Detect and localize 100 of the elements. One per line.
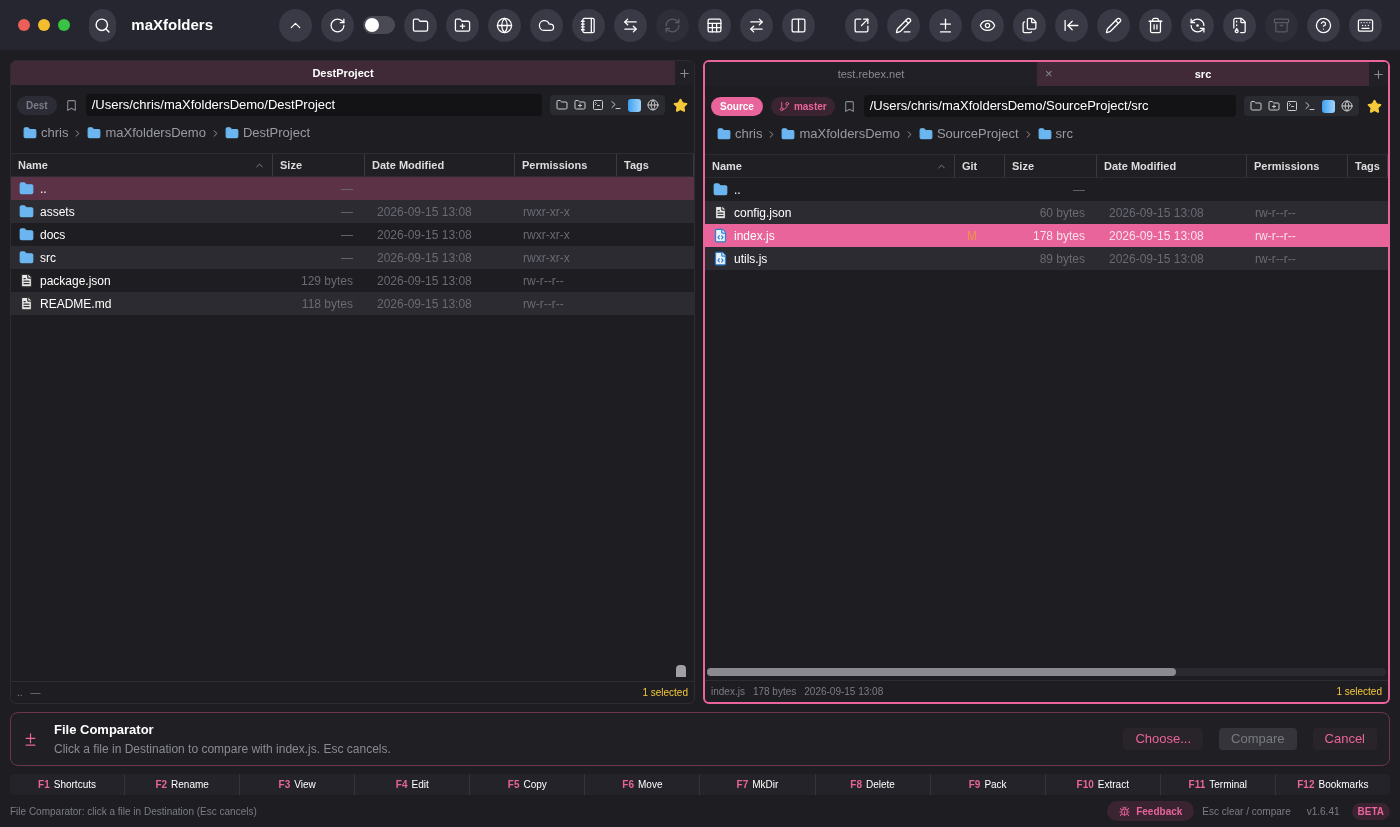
column-header[interactable]: Permissions — [522, 156, 588, 174]
column-header[interactable]: Name — [712, 157, 742, 175]
file-row[interactable]: src — 2026-09-15 13:08 rwxr-xr-x — [11, 246, 694, 269]
tab-close[interactable]: × — [1045, 64, 1053, 84]
pencil-icon — [1105, 16, 1122, 34]
globe-icon[interactable] — [1341, 100, 1353, 112]
breadcrumb-item[interactable]: SourceProject — [936, 124, 1019, 144]
folder-icon — [19, 250, 34, 265]
search-button[interactable] — [89, 8, 117, 42]
console-icon[interactable] — [610, 99, 622, 111]
path-field[interactable]: /Users/chris/maXfoldersDemo/SourceProject/src — [863, 95, 1236, 117]
folder-button[interactable] — [404, 8, 437, 42]
plus-minus-button[interactable] — [929, 8, 962, 42]
columns-button[interactable] — [782, 8, 815, 42]
terminal-icon[interactable] — [592, 99, 604, 111]
function-key-button[interactable]: F11 Terminal — [1159, 774, 1275, 795]
pencil-button[interactable] — [1097, 8, 1130, 42]
file-row[interactable]: assets — 2026-09-15 13:08 rwxr-xr-x — [11, 200, 694, 223]
file-name: docs — [40, 226, 66, 244]
panel-tab[interactable]: × src — [1037, 62, 1369, 86]
column-header[interactable]: Date Modified — [1104, 157, 1177, 175]
breadcrumb-item[interactable]: chris — [41, 123, 69, 143]
keyboard-button[interactable] — [1349, 8, 1382, 42]
horizontal-scrollbar[interactable] — [707, 668, 1386, 676]
function-key-button[interactable]: F5 Copy — [469, 774, 585, 795]
trash-button[interactable] — [1139, 8, 1172, 42]
breadcrumb-item[interactable]: chris — [735, 124, 763, 144]
swap-arrows-button[interactable] — [740, 8, 773, 42]
star-icon[interactable] — [673, 97, 688, 113]
file-permissions: rw-r--r-- — [523, 296, 564, 311]
close-window-icon[interactable] — [18, 19, 30, 31]
open-external-button[interactable] — [845, 8, 878, 42]
chevron-up-button[interactable] — [279, 8, 312, 42]
notebook-button[interactable] — [572, 8, 605, 42]
terminal-icon[interactable] — [1286, 100, 1298, 112]
breadcrumb-item[interactable]: DestProject — [242, 123, 311, 143]
feedback-button[interactable]: Feedback — [1107, 801, 1195, 821]
help-button[interactable] — [1307, 8, 1340, 42]
breadcrumb-item[interactable]: maXfoldersDemo — [799, 124, 900, 144]
panel-tab[interactable]: test.rebex.net — [705, 62, 1037, 86]
file-row[interactable]: utils.js 89 bytes 2026-09-15 13:08 rw-r--r-- — [705, 247, 1388, 270]
finder-icon[interactable] — [628, 98, 641, 112]
file-row[interactable]: config.json 60 bytes 2026-09-15 13:08 rw-r--r-- — [705, 201, 1388, 224]
bookmark-icon[interactable] — [842, 99, 856, 113]
function-key-button[interactable]: F9 Pack — [929, 774, 1045, 795]
zoom-window-icon[interactable] — [58, 19, 70, 31]
copy-button[interactable] — [1013, 8, 1046, 42]
folder-icon — [781, 127, 796, 141]
finder-icon[interactable] — [1322, 99, 1335, 113]
zip-file-button[interactable] — [1223, 8, 1256, 42]
folder-plus-icon[interactable] — [1268, 100, 1280, 112]
console-icon[interactable] — [1304, 100, 1316, 112]
column-header[interactable]: Name — [18, 156, 48, 174]
comparator-button[interactable]: Choose... — [1123, 728, 1204, 750]
globe-button[interactable] — [488, 8, 521, 42]
breadcrumb-item[interactable]: src — [1055, 124, 1073, 144]
function-key-button[interactable]: F4 Edit — [354, 774, 470, 795]
pencil-line-button[interactable] — [887, 8, 920, 42]
sync-circle-button[interactable] — [1181, 8, 1214, 42]
scrollbar-thumb[interactable] — [676, 665, 686, 677]
column-header[interactable]: Tags — [624, 156, 649, 174]
minimize-window-icon[interactable] — [38, 19, 50, 31]
new-tab-icon[interactable] — [1372, 67, 1385, 81]
comparator-button[interactable]: Cancel — [1312, 728, 1377, 750]
bookmark-icon[interactable] — [64, 98, 78, 112]
function-key-button[interactable]: F2 Rename — [124, 774, 240, 795]
function-key-button[interactable]: F3 View — [239, 774, 355, 795]
table-button[interactable] — [698, 8, 731, 42]
refresh-button[interactable] — [321, 8, 354, 42]
function-key-button[interactable]: F10 Extract — [1044, 774, 1160, 795]
path-field[interactable]: /Users/chris/maXfoldersDemo/DestProject — [85, 94, 542, 116]
function-key-button[interactable]: F12 Bookmarks — [1274, 774, 1390, 795]
folder-icon[interactable] — [556, 99, 568, 111]
function-key-button[interactable]: F8 Delete — [814, 774, 930, 795]
file-size: 60 bytes — [1039, 205, 1085, 220]
globe-icon[interactable] — [647, 99, 659, 111]
column-header[interactable]: Size — [280, 156, 302, 174]
file-row[interactable]: README.md 118 bytes 2026-09-15 13:08 rw-r--r-- — [11, 292, 694, 315]
folder-icon[interactable] — [1250, 100, 1262, 112]
column-header[interactable]: Tags — [1355, 157, 1380, 175]
eye-button[interactable] — [971, 8, 1004, 42]
swap-button[interactable] — [614, 8, 647, 42]
new-tab-icon[interactable] — [678, 66, 691, 80]
column-header[interactable]: Size — [1012, 157, 1034, 175]
function-key-button[interactable]: F6 Move — [584, 774, 700, 795]
folder-plus-button[interactable] — [446, 8, 479, 42]
file-row[interactable]: .. — — [11, 177, 694, 200]
column-header[interactable]: Date Modified — [372, 156, 445, 174]
function-key-button[interactable]: F7 MkDir — [699, 774, 815, 795]
arrow-left-bar-button[interactable] — [1055, 8, 1088, 42]
column-header[interactable]: Git — [962, 157, 978, 175]
star-icon[interactable] — [1367, 98, 1382, 114]
cloud-button[interactable] — [530, 8, 563, 42]
column-header[interactable]: Permissions — [1254, 157, 1320, 175]
toggle-switch[interactable] — [363, 16, 395, 34]
folder-plus-icon[interactable] — [574, 99, 586, 111]
function-key-button[interactable]: F1 Shortcuts — [10, 774, 125, 795]
panel-tab[interactable]: DestProject — [11, 61, 675, 85]
breadcrumb-item[interactable]: maXfoldersDemo — [105, 123, 206, 143]
plus-minus-icon — [937, 16, 954, 34]
